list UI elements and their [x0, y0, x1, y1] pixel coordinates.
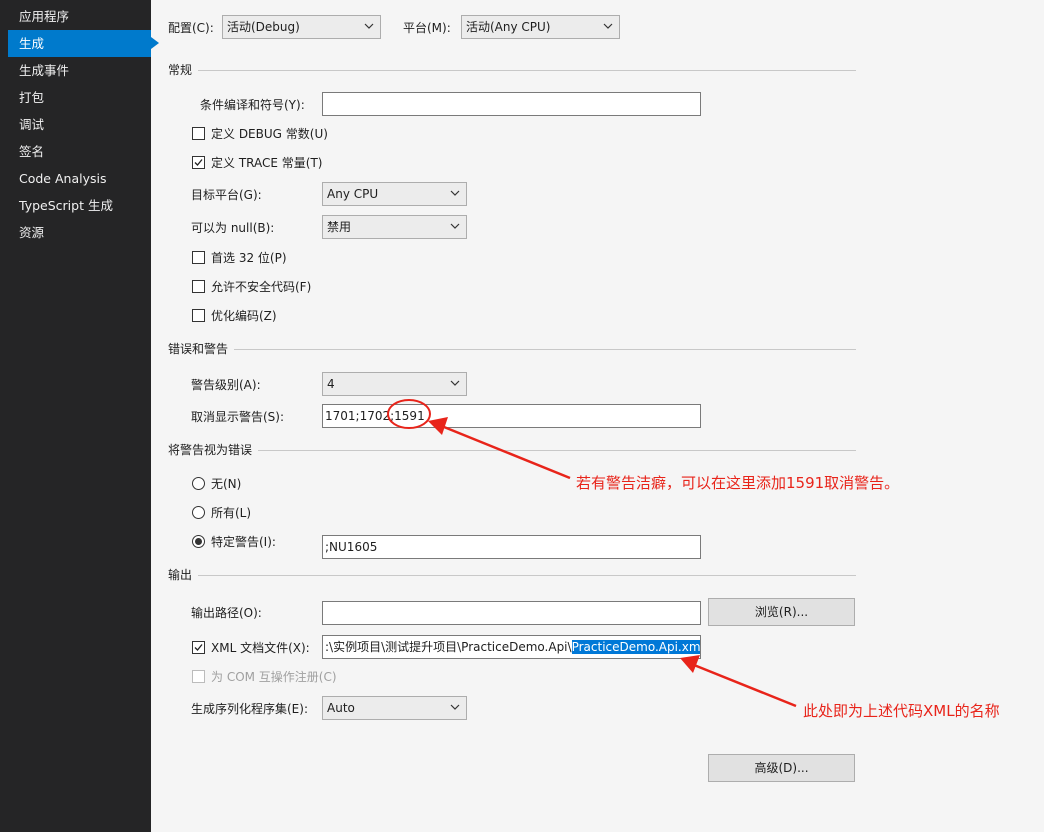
annotation-warning-note: 若有警告洁癖，可以在这里添加1591取消警告。 [576, 474, 900, 492]
annotation-arrow-line [693, 663, 797, 708]
arrow-head-icon [428, 417, 448, 435]
highlight-circle [387, 399, 431, 429]
arrow-head-icon [680, 655, 700, 673]
annotation-xml-note: 此处即为上述代码XML的名称 [803, 702, 1000, 720]
annotation-arrow-line [443, 425, 571, 480]
